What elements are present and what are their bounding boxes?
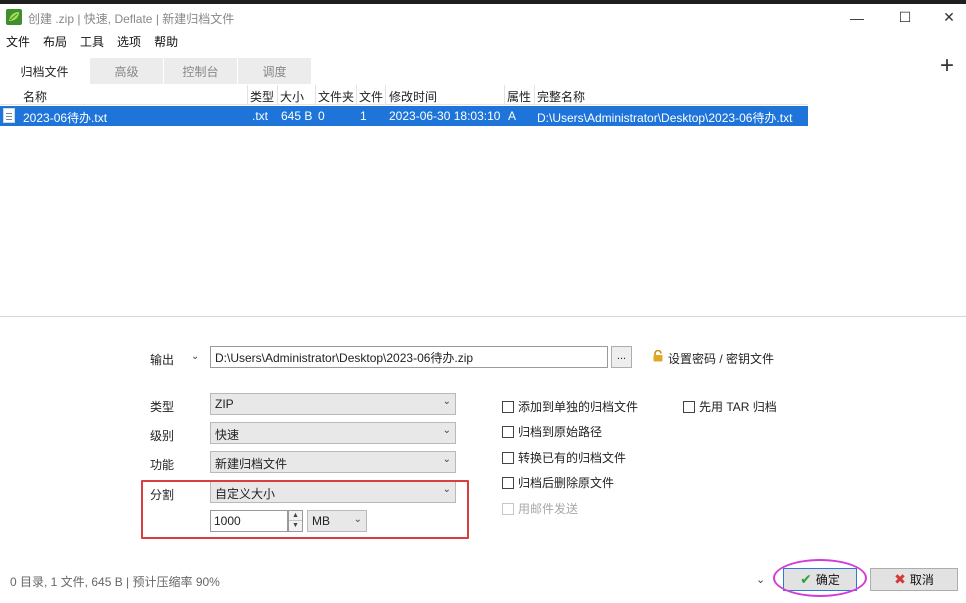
col-divider [385,85,386,105]
col-type[interactable]: 类型 [250,88,274,105]
checkbox-label: 先用 TAR 归档 [699,400,777,414]
peazip-leaf-icon [6,9,22,25]
file-list[interactable]: 名称 类型 大小 文件夹 文件 修改时间 属性 完整名称 2023-06待办.t… [0,85,966,317]
delete-after-checkbox[interactable]: 归档后删除原文件 [502,474,614,491]
checkbox-box [502,502,514,515]
chevron-down-icon: ⌄ [442,425,451,436]
checkbox-label: 归档到原始路径 [518,425,603,439]
row-attr: A [508,109,517,123]
cancel-button[interactable]: ✖ 取消 [870,568,958,591]
add-separate-checkbox[interactable]: 添加到单独的归档文件 [502,398,638,415]
checkbox-label: 转换已有的归档文件 [518,451,627,465]
function-select-value: 新建归档文件 [215,457,288,471]
tab-strip: 归档文件 高级 控制台 调度 [8,58,312,84]
col-fullname[interactable]: 完整名称 [537,88,585,105]
tab-advanced[interactable]: 高级 [90,58,163,84]
lock-icon [653,350,663,362]
highlight-box [141,480,469,539]
row-type: .txt [252,109,269,123]
col-divider [534,85,535,105]
type-label: 类型 [150,400,175,414]
close-icon: ✖ [894,571,906,587]
output-path-input[interactable]: D:\Users\Administrator\Desktop\2023-06待办… [210,346,608,368]
minimize-icon: — [850,9,864,26]
cancel-button-label: 取消 [909,573,934,587]
convert-existing-checkbox[interactable]: 转换已有的归档文件 [502,449,626,466]
function-select[interactable]: 新建归档文件 ⌄ [210,451,456,473]
menu-file[interactable]: 文件 [0,31,36,51]
row-name: 2023-06待办.txt [23,111,108,125]
checkbox-box [502,476,514,489]
table-row[interactable]: 2023-06待办.txt .txt 645 B 0 1 2023-06-30 … [0,106,808,126]
menu-help[interactable]: 帮助 [148,31,184,51]
options-panel: 输出 ⌄ D:\Users\Administrator\Desktop\2023… [0,318,966,603]
row-modified: 2023-06-30 18:03:10 [389,109,501,123]
menu-tools[interactable]: 工具 [74,31,110,51]
window-title: 创建 .zip | 快速, Deflate | 新建归档文件 [28,12,235,26]
menu-layout[interactable]: 布局 [37,31,73,51]
plus-icon: + [939,52,954,79]
checkbox-box [502,451,514,464]
col-folders[interactable]: 文件夹 [318,88,354,105]
col-name[interactable]: 名称 [23,88,47,105]
checkbox-box [683,400,695,413]
menu-options[interactable]: 选项 [111,31,147,51]
close-icon: ✕ [943,9,955,25]
level-select[interactable]: 快速 ⌄ [210,422,456,444]
row-fullname: D:\Users\Administrator\Desktop\2023-06待办… [537,111,793,125]
original-path-checkbox[interactable]: 归档到原始路径 [502,423,602,440]
menu-bar: 文件 布局 工具 选项 帮助 [0,31,966,51]
set-password-link[interactable]: 设置密码 / 密钥文件 [668,350,774,367]
maximize-icon: ☐ [898,9,912,25]
status-text: 0 目录, 1 文件, 645 B | 预计压缩率 90% [10,575,220,589]
tar-first-checkbox[interactable]: 先用 TAR 归档 [683,398,777,415]
tab-schedule[interactable]: 调度 [238,58,311,84]
chevron-down-icon[interactable]: ⌄ [191,351,199,362]
title-bar: 创建 .zip | 快速, Deflate | 新建归档文件 — ☐ ✕ [0,4,966,31]
col-divider [277,85,278,105]
col-divider [504,85,505,105]
tab-archive[interactable]: 归档文件 [8,58,81,84]
row-files: 1 [360,109,367,123]
type-select[interactable]: ZIP ⌄ [210,393,456,415]
type-select-value: ZIP [215,397,234,411]
chevron-down-icon[interactable]: ⌄ [756,573,765,586]
checkbox-box [502,425,514,438]
output-label: 输出 [150,353,175,367]
checkbox-label: 归档后删除原文件 [518,476,615,490]
tab-console[interactable]: 控制台 [164,58,237,84]
checkbox-label: 用邮件发送 [518,502,579,516]
chevron-down-icon: ⌄ [442,454,451,465]
list-header: 名称 类型 大小 文件夹 文件 修改时间 属性 完整名称 [0,85,808,105]
col-divider [356,85,357,105]
maximize-button[interactable]: ☐ [882,4,928,31]
checkbox-label: 添加到单独的归档文件 [518,400,639,414]
col-files[interactable]: 文件 [359,88,383,105]
function-label: 功能 [150,458,175,472]
col-size[interactable]: 大小 [280,88,304,105]
close-button[interactable]: ✕ [926,4,966,31]
highlight-ring [773,559,867,597]
level-select-value: 快速 [215,428,240,442]
col-divider [315,85,316,105]
row-folders: 0 [318,109,325,123]
chevron-down-icon: ⌄ [442,396,451,407]
col-modified[interactable]: 修改时间 [389,88,437,105]
level-label: 级别 [150,429,175,443]
col-divider [247,85,248,105]
col-attr[interactable]: 属性 [507,88,531,105]
add-files-button[interactable]: + [936,54,958,78]
row-size: 645 B [281,109,313,123]
text-file-icon [3,108,15,123]
send-mail-checkbox: 用邮件发送 [502,500,578,517]
minimize-button[interactable]: — [834,4,880,31]
checkbox-box [502,400,514,413]
browse-button[interactable]: ... [611,346,632,368]
